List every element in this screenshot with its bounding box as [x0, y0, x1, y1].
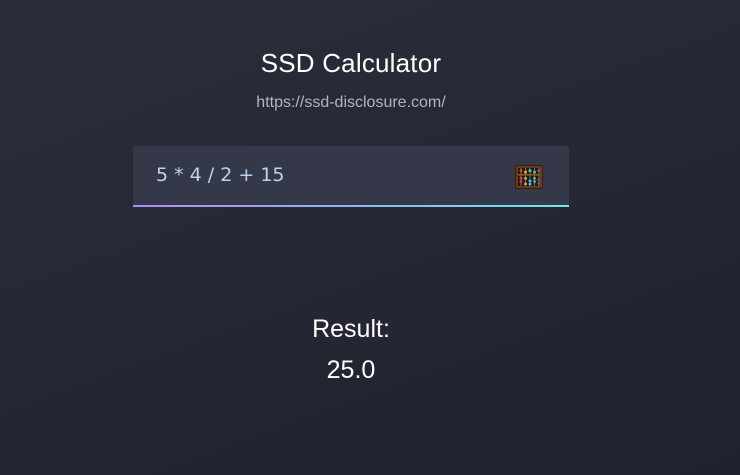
page-title: SSD Calculator — [260, 48, 442, 78]
expression-input[interactable] — [133, 146, 493, 205]
result-value: 25.0 — [326, 356, 376, 384]
site-url: https://ssd-disclosure.com/ — [256, 94, 446, 111]
expression-input-container — [133, 146, 569, 207]
abacus-icon[interactable] — [515, 165, 543, 189]
calculator-page: SSD Calculator https://ssd-disclosure.co… — [0, 0, 740, 475]
result-label: Result: — [312, 315, 390, 343]
